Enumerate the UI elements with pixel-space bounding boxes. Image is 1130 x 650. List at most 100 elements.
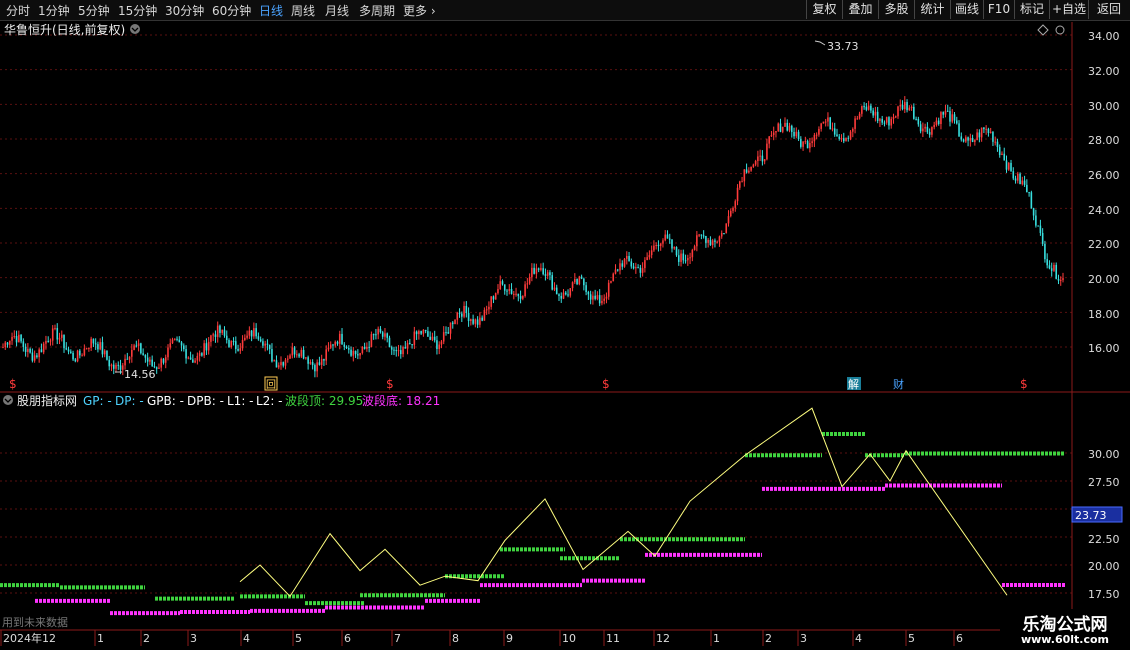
candle-body xyxy=(420,331,422,334)
candle-body xyxy=(650,250,653,256)
candle-body xyxy=(763,159,766,162)
candle-body xyxy=(253,328,255,337)
candle-body xyxy=(438,344,441,349)
candle-body xyxy=(842,138,845,142)
candle-body xyxy=(684,260,687,262)
candle-body xyxy=(578,276,581,285)
candle-body xyxy=(601,300,603,304)
time-axis-label: 8 xyxy=(452,632,459,645)
main-y-tick: 30.00 xyxy=(1088,100,1120,113)
candle-body xyxy=(926,126,929,133)
indicator-name: 股朋指标网 xyxy=(17,393,77,408)
title-dropdown-icon[interactable] xyxy=(130,24,140,34)
candle-body xyxy=(632,266,635,269)
main-y-tick: 28.00 xyxy=(1088,134,1120,147)
candle-body xyxy=(56,328,59,340)
candle-body xyxy=(483,309,486,321)
candle-body xyxy=(551,275,554,290)
candle-body xyxy=(585,285,587,293)
dividend-marker[interactable]: $ xyxy=(1020,377,1028,391)
candle-body xyxy=(958,123,960,137)
candle-body xyxy=(332,344,334,346)
candle-body xyxy=(250,330,253,337)
candle-body xyxy=(13,336,16,338)
candle-body xyxy=(899,104,902,107)
legend-gp: GP: - xyxy=(83,394,112,408)
candle-body xyxy=(967,137,969,141)
candle-body xyxy=(316,362,318,372)
candle-body xyxy=(664,234,667,241)
candle-body xyxy=(928,132,931,135)
high-pointer xyxy=(814,40,826,46)
candle-body xyxy=(682,253,685,261)
candle-body xyxy=(739,181,741,188)
candle-body xyxy=(533,267,535,274)
candle-body xyxy=(22,341,25,347)
candle-body xyxy=(239,348,242,351)
candle-body xyxy=(151,359,153,367)
candle-body xyxy=(180,342,183,346)
candle-body xyxy=(395,350,398,352)
main-y-tick: 26.00 xyxy=(1088,169,1120,182)
candle-body xyxy=(592,295,594,300)
candle-body xyxy=(989,131,992,133)
candle-body xyxy=(872,110,874,116)
indicator-y-axis: 30.00 27.50 22.50 20.00 17.50 23.73 xyxy=(1071,448,1123,601)
candle-body xyxy=(610,281,612,283)
candle-body xyxy=(1026,184,1028,193)
candle-body xyxy=(962,139,965,142)
legend-dpb: DPB: - xyxy=(187,394,224,408)
current-value-label: 23.73 xyxy=(1075,509,1107,522)
earnings-marker[interactable]: 财 xyxy=(893,377,904,391)
candle-body xyxy=(47,340,50,342)
candle-body xyxy=(564,292,567,295)
candle-body xyxy=(757,156,759,162)
candle-body xyxy=(338,333,341,344)
candle-body xyxy=(470,319,472,322)
candle-body xyxy=(628,256,630,262)
time-axis-label: 9 xyxy=(506,632,513,645)
candle-body xyxy=(987,128,990,133)
candle-body xyxy=(49,340,52,342)
candle-body xyxy=(772,132,775,135)
legend-l2: L2: - xyxy=(256,394,283,408)
time-axis-label: 10 xyxy=(562,632,576,645)
candle-body xyxy=(305,357,307,359)
candle-body xyxy=(11,336,13,341)
indicator-dropdown-icon[interactable] xyxy=(3,395,13,405)
main-y-tick: 34.00 xyxy=(1088,30,1120,43)
candle-body xyxy=(103,350,106,355)
candle-body xyxy=(1030,192,1033,209)
candle-body xyxy=(759,155,761,157)
dividend-marker[interactable]: $ xyxy=(602,377,610,391)
candle-body xyxy=(298,354,300,357)
candle-body xyxy=(488,306,490,310)
candle-body xyxy=(119,365,122,370)
candle-body xyxy=(15,336,18,343)
candle-body xyxy=(323,359,325,361)
candle-body xyxy=(619,263,621,271)
candle-body xyxy=(680,253,682,262)
candle-body xyxy=(795,131,798,137)
candle-body xyxy=(881,118,883,123)
candle-body xyxy=(370,334,373,347)
dividend-marker[interactable]: $ xyxy=(386,377,394,391)
candle-body xyxy=(903,102,906,110)
diamond-icon[interactable] xyxy=(1037,24,1049,36)
candle-body xyxy=(485,309,488,311)
candle-body xyxy=(702,235,705,237)
candle-body xyxy=(230,341,233,347)
circle-icon[interactable] xyxy=(1055,25,1065,35)
candle-body xyxy=(158,367,160,369)
candle-body xyxy=(806,141,809,149)
candle-body xyxy=(546,272,549,276)
candle-body xyxy=(804,141,807,143)
candle-body xyxy=(863,106,865,108)
watermark-url: www.60lt.com xyxy=(1020,633,1110,646)
stock-chart[interactable]: 34.00 32.00 30.00 28.00 26.00 24.00 22.0… xyxy=(0,0,1130,650)
candle-body xyxy=(524,284,526,297)
legend-dp: DP: - xyxy=(115,394,144,408)
candle-body xyxy=(397,350,400,352)
dividend-marker[interactable]: $ xyxy=(9,377,17,391)
candle-body xyxy=(214,334,217,337)
